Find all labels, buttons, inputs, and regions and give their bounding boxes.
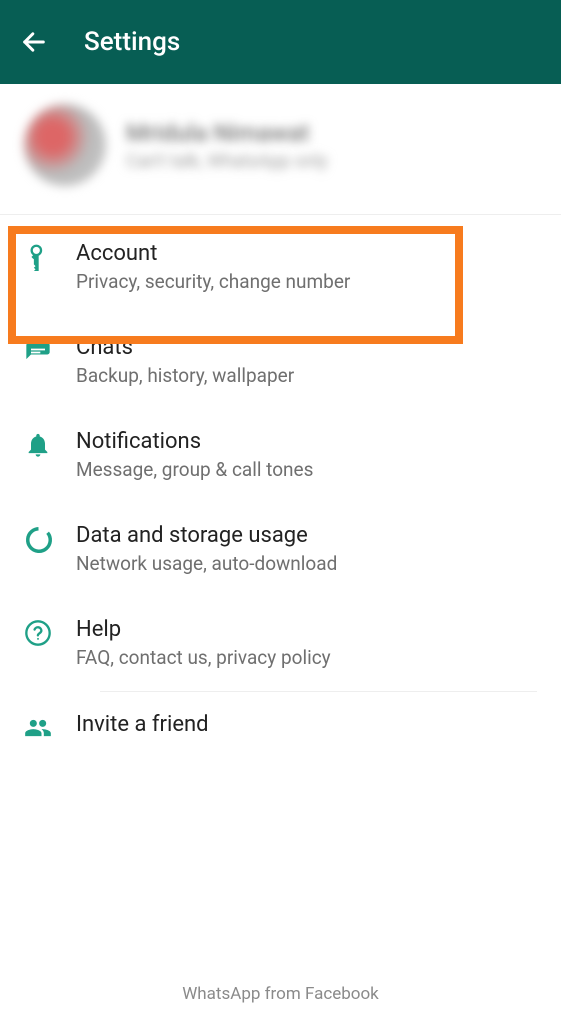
item-text: Account Privacy, security, change number xyxy=(76,241,350,293)
help-icon xyxy=(24,617,76,647)
item-title: Data and storage usage xyxy=(76,523,337,548)
item-subtitle: FAQ, contact us, privacy policy xyxy=(76,646,331,669)
avatar xyxy=(24,104,106,186)
settings-item-notifications[interactable]: Notifications Message, group & call tone… xyxy=(0,409,561,503)
page-title: Settings xyxy=(84,27,180,57)
item-text: Invite a friend xyxy=(76,712,209,741)
key-icon xyxy=(24,241,76,271)
data-usage-icon xyxy=(24,523,76,555)
item-title: Notifications xyxy=(76,429,313,454)
item-title: Chats xyxy=(76,335,294,360)
item-text: Data and storage usage Network usage, au… xyxy=(76,523,337,575)
app-header: Settings xyxy=(0,0,561,84)
settings-item-invite[interactable]: Invite a friend xyxy=(0,692,561,764)
item-text: Notifications Message, group & call tone… xyxy=(76,429,313,481)
settings-item-data[interactable]: Data and storage usage Network usage, au… xyxy=(0,503,561,597)
chat-icon xyxy=(24,335,76,365)
back-button[interactable] xyxy=(20,28,48,56)
settings-list: Account Privacy, security, change number… xyxy=(0,215,561,764)
arrow-left-icon xyxy=(20,28,48,56)
people-icon xyxy=(24,712,76,742)
settings-item-chats[interactable]: Chats Backup, history, wallpaper xyxy=(0,315,561,409)
settings-item-help[interactable]: Help FAQ, contact us, privacy policy xyxy=(0,597,561,691)
item-text: Chats Backup, history, wallpaper xyxy=(76,335,294,387)
item-text: Help FAQ, contact us, privacy policy xyxy=(76,617,331,669)
profile-name: Mridula Nimawat xyxy=(126,119,328,147)
profile-row[interactable]: Mridula Nimawat Can't talk, WhatsApp onl… xyxy=(0,84,561,215)
footer-text: WhatsApp from Facebook xyxy=(0,984,561,1004)
item-title: Invite a friend xyxy=(76,712,209,737)
item-title: Account xyxy=(76,241,350,266)
item-title: Help xyxy=(76,617,331,642)
item-subtitle: Message, group & call tones xyxy=(76,458,313,481)
profile-status: Can't talk, WhatsApp only xyxy=(126,151,328,172)
profile-text: Mridula Nimawat Can't talk, WhatsApp onl… xyxy=(126,119,328,172)
item-subtitle: Privacy, security, change number xyxy=(76,270,350,293)
bell-icon xyxy=(24,429,76,459)
item-subtitle: Backup, history, wallpaper xyxy=(76,364,294,387)
settings-item-account[interactable]: Account Privacy, security, change number xyxy=(0,221,561,315)
item-subtitle: Network usage, auto-download xyxy=(76,552,337,575)
